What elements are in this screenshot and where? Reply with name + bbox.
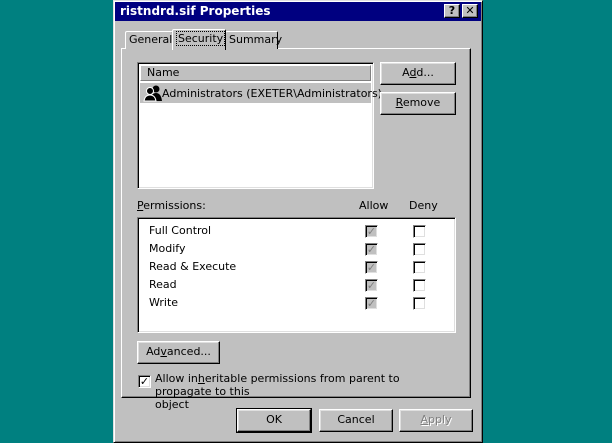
checkmark-icon: ✓ (366, 279, 377, 292)
permissions-listbox[interactable]: Full Control ✓ Modify ✓ Read & Execute ✓ Read ✓… (137, 217, 456, 333)
tab-security-label: Security (176, 31, 226, 46)
allow-checkbox[interactable]: ✓ (365, 279, 378, 292)
tab-summary-label: Summary (229, 33, 283, 46)
advanced-label-pre: Ad (146, 345, 161, 358)
add-button[interactable]: Add... (380, 62, 456, 85)
permission-name: Write (149, 296, 179, 309)
remove-button[interactable]: Remove (380, 92, 456, 115)
allow-checkbox[interactable]: ✓ (365, 243, 378, 256)
deny-checkbox[interactable] (413, 279, 426, 292)
inherit-checkbox[interactable]: ✓ (138, 375, 151, 388)
names-listbox[interactable]: Name Administrators (EXETER\Administrato… (137, 62, 382, 189)
tab-summary[interactable]: Summary (225, 31, 282, 49)
permissions-label-post: ermissions: (143, 199, 206, 212)
apply-label-post: pply (428, 413, 452, 426)
title-bar[interactable]: ristndrd.sif Properties ? ✕ (115, 2, 481, 21)
close-icon: ✕ (465, 4, 475, 17)
checkmark-icon: ✓ (366, 297, 377, 310)
tab-general[interactable]: General (125, 31, 173, 49)
cancel-button[interactable]: Cancel (319, 409, 393, 432)
checkmark-icon: ✓ (139, 375, 150, 388)
permission-name: Modify (149, 242, 186, 255)
permissions-label: Permissions: (137, 199, 206, 212)
permission-name: Read (149, 278, 177, 291)
allow-column-header: Allow (359, 199, 389, 212)
checkmark-icon: ✓ (366, 261, 377, 274)
list-item[interactable]: Administrators (EXETER\Administrators) (140, 83, 382, 105)
permission-name: Full Control (149, 224, 212, 237)
checkmark-icon: ✓ (366, 225, 377, 238)
add-label-post: d... (416, 66, 434, 79)
apply-button[interactable]: Apply (399, 409, 473, 432)
ok-button[interactable]: OK (236, 408, 312, 433)
close-button[interactable]: ✕ (462, 4, 478, 18)
apply-label-accel: A (420, 413, 428, 426)
remove-label-post: emove (402, 96, 441, 109)
list-item-label: Administrators (EXETER\Administrators) (162, 87, 382, 100)
allow-checkbox[interactable]: ✓ (365, 261, 378, 274)
inherit-label[interactable]: Allow inheritable permissions from paren… (155, 372, 455, 411)
name-column-label: Name (147, 66, 180, 79)
tab-general-label: General (129, 33, 173, 46)
deny-checkbox[interactable] (413, 297, 426, 310)
deny-checkbox[interactable] (413, 243, 426, 256)
ok-label: OK (266, 413, 282, 426)
window-title: ristndrd.sif Properties (120, 4, 271, 18)
name-column-header[interactable]: Name (140, 65, 371, 81)
inherit-label-line2: object (155, 398, 189, 411)
allow-checkbox[interactable]: ✓ (365, 225, 378, 238)
group-icon (143, 84, 163, 105)
remove-label-accel: R (395, 96, 403, 109)
inherit-label-pre: Allow in (155, 372, 198, 385)
deny-column-header: Deny (409, 199, 438, 212)
advanced-button[interactable]: Advanced... (137, 341, 220, 364)
deny-checkbox[interactable] (413, 261, 426, 274)
tab-security[interactable]: Security (172, 29, 226, 50)
allow-checkbox[interactable]: ✓ (365, 297, 378, 310)
cancel-label: Cancel (337, 413, 375, 426)
help-button[interactable]: ? (444, 4, 460, 18)
deny-checkbox[interactable] (413, 225, 426, 238)
checkmark-icon: ✓ (366, 243, 377, 256)
advanced-label-post: anced... (166, 345, 211, 358)
permission-name: Read & Execute (149, 260, 237, 273)
inherit-label-accel: h (197, 372, 205, 385)
